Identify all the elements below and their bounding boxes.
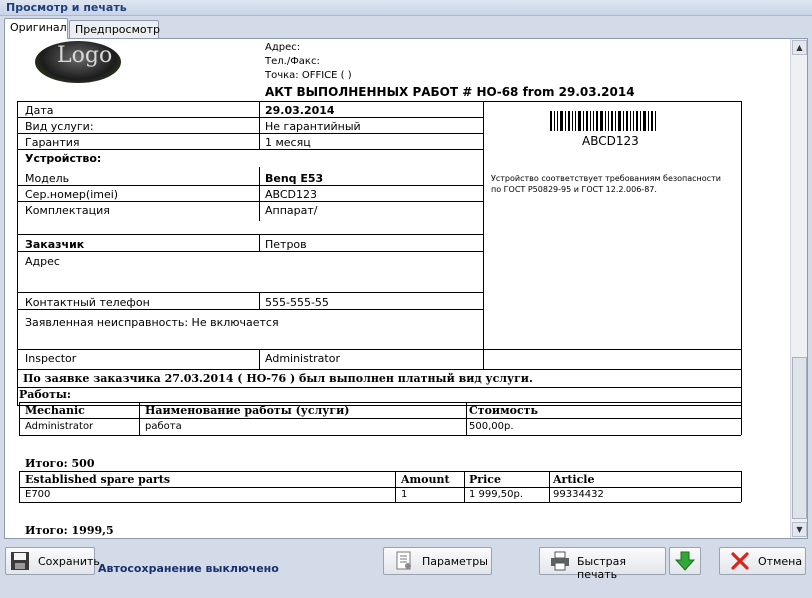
quick-print-button[interactable]: Быстрая печать (539, 547, 666, 581)
serial-label: Сер.номер(imei) (25, 188, 119, 201)
save-button-label: Сохранить (38, 555, 100, 568)
safety-text-2: по ГОСТ Р50829-95 и ГОСТ 12.2.006-87. (491, 185, 657, 194)
inspector-value: Administrator (265, 352, 340, 365)
scroll-down-icon[interactable]: ▼ (792, 522, 807, 537)
save-button[interactable]: Сохранить (5, 547, 100, 575)
window-title-bar: Просмотр и печать (0, 0, 812, 16)
parts-cell-article: 99334432 (553, 489, 604, 500)
point-header: Точка: OFFICE ( ) (265, 70, 352, 81)
date-label: Дата (25, 104, 54, 117)
parts-header-amount: Amount (401, 473, 450, 486)
model-label: Модель (25, 172, 70, 185)
parts-cell-amount: 1 (401, 489, 408, 500)
total-works: Итого: 500 (25, 457, 95, 470)
quick-print-button-label: Быстрая печать (577, 555, 627, 581)
works-cell-name: работа (145, 421, 182, 432)
customer-address-label: Адрес (25, 255, 60, 268)
warranty-label: Гарантия (25, 136, 80, 149)
service-value: Не гарантийный (265, 120, 361, 133)
serial-value: ABCD123 (265, 188, 318, 201)
printer-icon (551, 551, 569, 571)
barcode-image (550, 111, 675, 131)
autosave-status: Автосохранение выключено (98, 562, 279, 575)
tab-original[interactable]: Оригинал (4, 18, 68, 39)
barcode-text: ABCD123 (582, 134, 639, 148)
close-icon (731, 552, 749, 570)
warranty-value: 1 месяц (265, 136, 311, 149)
inspector-label: Inspector (25, 352, 77, 365)
address-header: Адрес: (265, 42, 301, 53)
phone-fax-header: Тел./Факс: (265, 56, 320, 67)
contact-value: 555-555-55 (265, 296, 329, 309)
service-label: Вид услуги: (25, 120, 94, 133)
scroll-up-icon[interactable]: ▲ (792, 40, 807, 55)
customer-label: Заказчик (25, 238, 85, 251)
document-title: АКТ ВЫПОЛНЕННЫХ РАБОТ # НО-68 from 29.03… (265, 85, 635, 99)
parameters-button[interactable]: Параметры (383, 547, 492, 575)
parts-header-price: Price (469, 473, 501, 486)
works-header-name: Наименование работы (услуги) (145, 404, 350, 417)
green-down-arrow-icon (675, 551, 695, 571)
cancel-button[interactable]: Отмена (719, 547, 806, 575)
parts-cell-price: 1 999,50р. (469, 489, 524, 500)
cancel-button-label: Отмена (758, 555, 803, 568)
document-preview: Logo Адрес: Тел./Факс: Точка: OFFICE ( )… (4, 38, 808, 539)
window-title: Просмотр и печать (6, 1, 127, 14)
works-cell-mechanic: Administrator (25, 421, 94, 432)
kit-label: Комплектация (25, 204, 110, 217)
works-cell-cost: 500,00р. (469, 421, 514, 432)
works-header-cost: Стоимость (469, 404, 538, 417)
document-settings-icon (396, 551, 411, 570)
fault-label: Заявленная неисправность: Не включается (25, 316, 279, 329)
document-page: Logo Адрес: Тел./Факс: Точка: OFFICE ( )… (5, 39, 791, 538)
logo: Logo (35, 41, 121, 83)
download-arrow-button[interactable] (669, 547, 701, 575)
parameters-button-label: Параметры (422, 555, 488, 568)
customer-value: Петров (265, 238, 307, 251)
parts-header-name: Established spare parts (25, 473, 171, 486)
works-header-mechanic: Mechanic (25, 404, 85, 417)
vertical-scrollbar[interactable]: ▲ ▼ (790, 39, 807, 538)
contact-label: Контактный телефон (25, 296, 150, 309)
parts-cell-name: E700 (25, 489, 51, 500)
works-label: Работы: (19, 388, 71, 401)
date-value: 29.03.2014 (265, 104, 335, 117)
device-label: Устройство: (25, 152, 102, 165)
safety-text-1: Устройство соответствует требованиям без… (491, 174, 721, 183)
floppy-disk-icon (11, 552, 29, 570)
total-parts: Итого: 1999,5 (25, 524, 114, 537)
model-value: Benq E53 (265, 172, 324, 185)
tab-preview[interactable]: Предпросмотр (69, 20, 160, 38)
summary-text: По заявке заказчика 27.03.2014 ( НО-76 )… (23, 372, 533, 385)
kit-value: Аппарат/ (265, 204, 318, 217)
scroll-thumb[interactable] (792, 357, 807, 519)
parts-header-article: Article (553, 473, 595, 486)
